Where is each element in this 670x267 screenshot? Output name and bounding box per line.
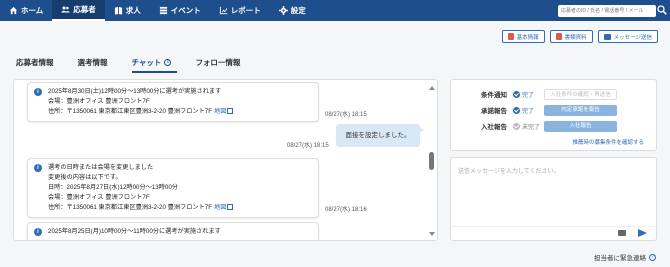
- detail-tabs: 応募者情報 選考情報 チャット i フォロー情報: [16, 53, 264, 73]
- emergency-contact-label: 担当者に緊急連絡: [594, 255, 646, 262]
- home-icon: [9, 6, 18, 15]
- info-icon: i: [34, 228, 42, 236]
- map-link-label: 地図: [214, 108, 227, 115]
- tab-follow-info-label: フォロー情報: [195, 58, 241, 67]
- map-link[interactable]: 地図: [214, 108, 234, 115]
- system-message: i 2025年8月30日(土)12時00分～13時00分に選考が実施されます 会…: [27, 82, 319, 122]
- message-line: 2025年8月30日(土)12時00分～13時00分に選考が実施されます: [48, 88, 222, 95]
- top-nav: ホーム 応募者 求人 イベント レポート 設定: [0, 0, 670, 21]
- nav-events-label: イベント: [170, 6, 201, 15]
- info-icon[interactable]: i: [164, 59, 172, 66]
- nav-settings[interactable]: 設定: [270, 0, 315, 21]
- action-buttons: 基本情報 書類資料 メッセージ送信: [501, 30, 658, 43]
- document-icon: [555, 33, 562, 40]
- external-link-icon: [227, 108, 234, 114]
- info-icon: i: [34, 88, 42, 96]
- system-message: i 選考の日時または会場を変更しました 変更後の内容は以下です。 日時：2025…: [27, 158, 319, 218]
- tab-chat[interactable]: チャット i: [131, 53, 182, 73]
- send-icon[interactable]: [638, 229, 647, 237]
- address-text: 住所：〒1350061 東京都江東区豊洲3-2-20 豊洲フロント7F: [48, 204, 213, 211]
- message-line: 選考の日時または会場を変更しました: [48, 164, 154, 171]
- nav-reports-label: レポート: [230, 6, 261, 15]
- message-timestamp: 08/27(水) 18:16: [325, 207, 367, 213]
- external-link-icon: [227, 204, 234, 210]
- nav-events[interactable]: イベント: [150, 0, 210, 21]
- search-icon[interactable]: [657, 5, 667, 15]
- message-line: 会場：豊洲オフィス 豊洲フロント7F: [48, 98, 150, 105]
- address-text: 住所：〒1350061 東京都江東区豊洲3-2-20 豊洲フロント7F: [48, 108, 213, 115]
- folder-icon[interactable]: [618, 230, 626, 236]
- status-label: 入社報告: [481, 124, 507, 131]
- message-line: 住所：〒1350061 東京都江東区豊洲3-2-20 豊洲フロント7F 地図: [48, 203, 312, 213]
- message-input-panel[interactable]: 送信メッセージを入力してください。: [450, 157, 657, 241]
- offer-status-panel: 条件通知 完了 入社条件の確認・再送信 承諾報告 完了 内定承諾を報告 入社報告…: [450, 79, 657, 151]
- chart-icon: [219, 6, 227, 15]
- check-conditions-link[interactable]: 推薦時の募集条件を確認する: [572, 138, 644, 146]
- nav-applicants[interactable]: 応募者: [52, 0, 105, 21]
- document-icon: [507, 33, 514, 40]
- gear-icon: [278, 6, 288, 15]
- application-docs-label: 書類資料: [564, 34, 587, 41]
- message-line: 変更後の内容は以下です。: [48, 174, 122, 181]
- basic-info-label: 基本情報: [516, 34, 539, 41]
- tab-selection-info-label: 選考情報: [77, 58, 108, 67]
- check-icon: [513, 106, 520, 114]
- scroll-down-arrow[interactable]: [429, 232, 435, 236]
- message-timestamp: 08/27(水) 18:15: [287, 143, 329, 149]
- tab-chat-label: チャット: [131, 58, 162, 67]
- map-link[interactable]: 地図: [214, 204, 234, 211]
- sent-message-bubble: 面接を設定しました。: [336, 124, 424, 147]
- status-row-joining: 入社報告 未完了 入社報告: [451, 120, 617, 132]
- check-icon: [513, 122, 520, 130]
- status-state: 完了: [522, 108, 535, 115]
- help-icon[interactable]: ?: [649, 253, 656, 261]
- tab-applicant-info-label: 応募者情報: [16, 58, 54, 67]
- nav-reports[interactable]: レポート: [210, 0, 270, 21]
- send-message-button[interactable]: メッセージ送信: [597, 30, 658, 43]
- nav-applicants-label: 応募者: [73, 5, 96, 14]
- status-row-acceptance: 承諾報告 完了 内定承諾を報告: [451, 104, 617, 116]
- nav-jobs-label: 求人: [125, 6, 141, 15]
- list-icon: [159, 6, 167, 15]
- status-state: 未完了: [522, 124, 541, 131]
- nav-home-label: ホーム: [21, 6, 44, 15]
- scroll-thumb[interactable]: [429, 152, 434, 170]
- status-row-condition: 条件通知 完了 入社条件の確認・再送信: [451, 88, 617, 100]
- info-icon: i: [34, 164, 42, 172]
- message-timestamp: 08/27(水) 18:15: [325, 112, 367, 118]
- system-message: i 2025年8月25日(月)10時00分～11時00分に選考が実施されます: [27, 222, 319, 240]
- chat-panel[interactable]: i 2025年8月30日(土)12時00分～13時00分に選考が実施されます 会…: [13, 79, 438, 241]
- applicant-search-input[interactable]: [558, 5, 656, 17]
- nav-settings-label: 設定: [290, 6, 306, 15]
- message-line: 2025年8月25日(月)10時00分～11時00分に選考が実施されます: [48, 228, 221, 235]
- message-line: 住所：〒1350061 東京都江東区豊洲3-2-20 豊洲フロント7F 地図: [48, 107, 312, 117]
- people-icon: [61, 6, 71, 13]
- send-message-label: メッセージ送信: [613, 34, 652, 41]
- map-link-label: 地図: [214, 204, 227, 211]
- nav-home[interactable]: ホーム: [0, 0, 52, 21]
- message-icon: [603, 33, 611, 40]
- condition-resend-button[interactable]: 入社条件の確認・再送信: [544, 88, 617, 100]
- message-line: 会場：豊洲オフィス 豊洲フロント7F: [48, 194, 150, 201]
- status-label: 承諾報告: [481, 108, 507, 115]
- tab-applicant-info[interactable]: 応募者情報: [16, 53, 64, 73]
- nav-jobs[interactable]: 求人: [105, 0, 150, 21]
- divider: [451, 226, 656, 227]
- check-icon: [513, 90, 520, 98]
- status-state: 完了: [522, 92, 535, 99]
- basic-info-button[interactable]: 基本情報: [501, 30, 545, 43]
- tab-follow-info[interactable]: フォロー情報: [195, 53, 250, 73]
- emergency-contact-link[interactable]: 担当者に緊急連絡 ?: [594, 252, 656, 262]
- chat-scrollbar[interactable]: [429, 84, 435, 238]
- message-line: 日時：2025年8月27日(水)12時00分～13時00分: [48, 184, 178, 191]
- message-input[interactable]: 送信メッセージを入力してください。: [458, 166, 560, 175]
- report-acceptance-button[interactable]: 内定承諾を報告: [544, 104, 617, 116]
- status-label: 条件通知: [481, 92, 507, 99]
- book-icon: [114, 6, 122, 15]
- tab-selection-info[interactable]: 選考情報: [78, 53, 118, 73]
- scroll-up-arrow[interactable]: [429, 86, 435, 90]
- report-joining-button[interactable]: 入社報告: [544, 120, 617, 132]
- application-docs-button[interactable]: 書類資料: [549, 30, 593, 43]
